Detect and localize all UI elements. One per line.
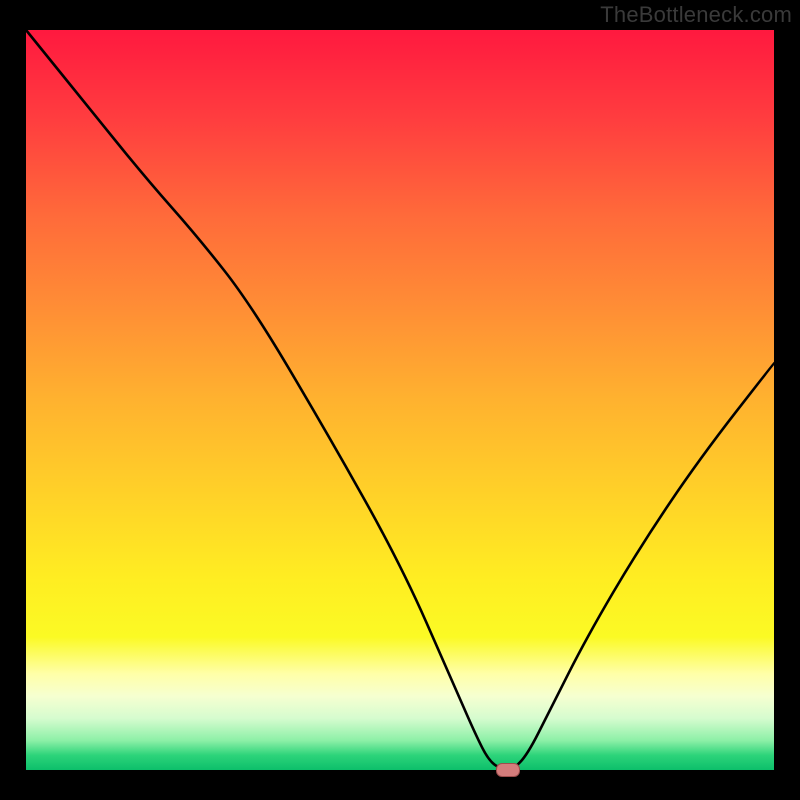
optimum-marker: [496, 763, 520, 777]
chart-frame: TheBottleneck.com: [0, 0, 800, 800]
bottleneck-curve: [26, 30, 774, 770]
plot-area: [26, 30, 774, 770]
attribution-text: TheBottleneck.com: [600, 2, 792, 28]
